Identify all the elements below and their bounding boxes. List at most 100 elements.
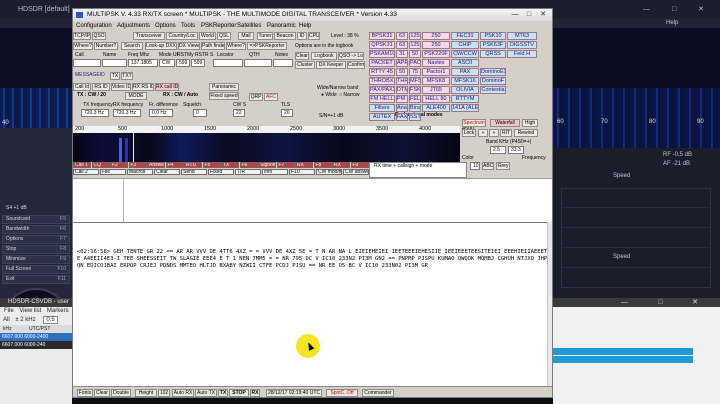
tx-frequency-field[interactable]: 720.3 Hz (81, 109, 109, 117)
csv-menu-view[interactable]: View list (19, 308, 41, 314)
qrp-button[interactable]: QRP (249, 93, 263, 101)
macro-button[interactable]: Answer (147, 162, 165, 168)
mode-button[interactable]: 63 (396, 41, 408, 49)
mode-button[interactable]: DIGSSTV (507, 41, 537, 49)
mode-button[interactable]: AUTEX (369, 113, 395, 121)
macro-button[interactable]: CQ (91, 162, 110, 168)
tuner-button[interactable]: Tuner (257, 32, 273, 40)
fr-difference-field[interactable]: 0.0 Hz (149, 109, 173, 117)
where-button[interactable]: Where? (73, 42, 93, 50)
where2-button[interactable]: Where? (226, 42, 246, 50)
mode-button[interactable]: CW/CCW (451, 50, 479, 58)
csv-menu-file[interactable]: File (4, 308, 14, 314)
csv-filter-range[interactable]: ± 2 kHz (15, 317, 35, 323)
close-icon[interactable]: ✕ (536, 10, 550, 20)
macro-button[interactable]: File (100, 169, 126, 175)
rx-frequency-field[interactable]: 720.3 Hz (113, 109, 141, 117)
csv-filter-select[interactable]: 0.5 (43, 316, 58, 324)
mode-button[interactable]: FAX (396, 113, 408, 121)
status-bar-item[interactable]: Clear (94, 389, 110, 397)
macro-button[interactable]: TX (221, 162, 239, 168)
country-loc-button[interactable]: Country/Loc (166, 32, 198, 40)
beacon-button[interactable]: Beacon (274, 32, 296, 40)
transceiver-button[interactable]: Transceiver (133, 32, 165, 40)
confirm-button[interactable]: Confirm (347, 61, 365, 69)
options-button[interactable]: Options F7 (2, 235, 70, 244)
macro-button[interactable]: Call 1 (73, 162, 91, 168)
mode-button[interactable]: 125 (409, 41, 421, 49)
tls-field[interactable]: 20 (281, 109, 293, 117)
mode-button[interactable]: Navtex (422, 59, 450, 67)
lookup-dxx-button[interactable]: Look-up DXX (145, 42, 177, 50)
csv-filter-all[interactable]: All (3, 317, 10, 323)
status-bar-item[interactable]: 28/12/17 02:19:40 UTC (266, 389, 322, 397)
mode-button[interactable]: 125 (409, 32, 421, 40)
qth-field[interactable] (244, 59, 272, 67)
tcpip-button[interactable]: TCP/IP (73, 32, 91, 40)
number-button[interactable]: Number? (94, 42, 118, 50)
tx-graph-area[interactable] (73, 178, 552, 223)
fixed-speed-button[interactable]: Fixed speed (209, 92, 239, 100)
notes-field[interactable] (273, 59, 293, 67)
nav-forward-icon[interactable]: » (489, 129, 499, 137)
mode-button[interactable]: DominoF (480, 77, 506, 85)
minimize-icon[interactable]: — (508, 10, 522, 20)
csv-row[interactable]: 6607.000 6000-2400 (0, 333, 72, 341)
mode-button[interactable]: APRS (396, 59, 408, 67)
minimize-icon[interactable]: — (643, 6, 660, 13)
spectrum-button[interactable]: Spectrum (462, 119, 486, 127)
close-icon[interactable]: ✕ (698, 6, 714, 13)
qsl-button[interactable]: QSL (217, 32, 231, 40)
csv-filter[interactable]: All ± 2 kHz 0.5 (0, 315, 72, 325)
mode-button[interactable]: PM HELL (396, 95, 408, 103)
status-bar-item[interactable]: Auto TX (195, 389, 217, 397)
mode-button[interactable]: FEC31 (451, 32, 479, 40)
mode-button[interactable]: PSK220F (422, 50, 450, 58)
mode-button[interactable]: MFSK+PIC (409, 77, 421, 85)
waterfall[interactable] (73, 133, 460, 162)
narrow-radio[interactable]: ○ Narrow (339, 92, 360, 98)
macro-button[interactable]: Macros (127, 169, 153, 175)
id-button[interactable]: ID (297, 32, 307, 40)
maximize-icon[interactable]: □ (672, 6, 686, 13)
mail-button[interactable]: Mail (238, 32, 254, 40)
mode-button[interactable]: 31 (396, 50, 408, 58)
status-bar-item[interactable]: TX (218, 389, 228, 397)
tx-button[interactable]: TX (110, 72, 120, 80)
menu-help[interactable]: Help (666, 19, 678, 28)
status-bar-item[interactable]: STOP (229, 389, 249, 397)
cluster-button[interactable]: Cluster (295, 61, 315, 69)
macro-button[interactable]: F8 (313, 162, 332, 168)
macro-button[interactable]: Clear (154, 169, 180, 175)
status-bar-item[interactable]: 102 (158, 389, 170, 397)
mode-button[interactable]: QPSK31 (369, 41, 395, 49)
menu-tools[interactable]: Tools (181, 21, 195, 31)
world-button[interactable]: World (199, 32, 216, 40)
menu-adjustments[interactable]: Adjustments (117, 21, 150, 31)
video-id-button[interactable]: Video ID (111, 83, 131, 91)
path-finder-button[interactable]: Path finder (201, 42, 225, 50)
freq-field[interactable]: 137.1805 (128, 59, 158, 67)
spectrum-display[interactable]: 20050010001500200025003000350040004500 (73, 126, 474, 162)
macro-button[interactable]: RX (332, 162, 350, 168)
status-bar-item[interactable]: Auto RX (172, 389, 194, 397)
macro-button[interactable]: F2 (110, 162, 128, 168)
mode-button[interactable]: PAX (451, 68, 479, 76)
mode-button[interactable]: MFSK16 (451, 77, 479, 85)
mode-button[interactable]: MT63 (507, 32, 537, 40)
grey-button[interactable]: Grey (496, 162, 510, 170)
mode-button[interactable]: PSKAM10 (369, 50, 395, 58)
macro-button[interactable]: CW answer (343, 169, 369, 175)
mode-button[interactable]: FSK+HELL (409, 86, 421, 94)
locator-field[interactable] (213, 59, 243, 67)
macro-button[interactable]: T/R (235, 169, 261, 175)
status-bar-item[interactable]: Fonts (77, 389, 93, 397)
status-bar-item[interactable]: SpotC..Off (326, 389, 358, 397)
mode-button[interactable]: DTMF (396, 86, 408, 94)
mode-button[interactable]: 141A (ALE) (451, 104, 479, 112)
mode-button[interactable]: HELL 80 (422, 95, 450, 103)
rit-button[interactable]: RIT (500, 129, 512, 137)
mode-button[interactable]: FM HELL (369, 95, 395, 103)
macro-button[interactable]: RTU (184, 162, 202, 168)
mode-button[interactable]: Feld H (507, 50, 537, 58)
